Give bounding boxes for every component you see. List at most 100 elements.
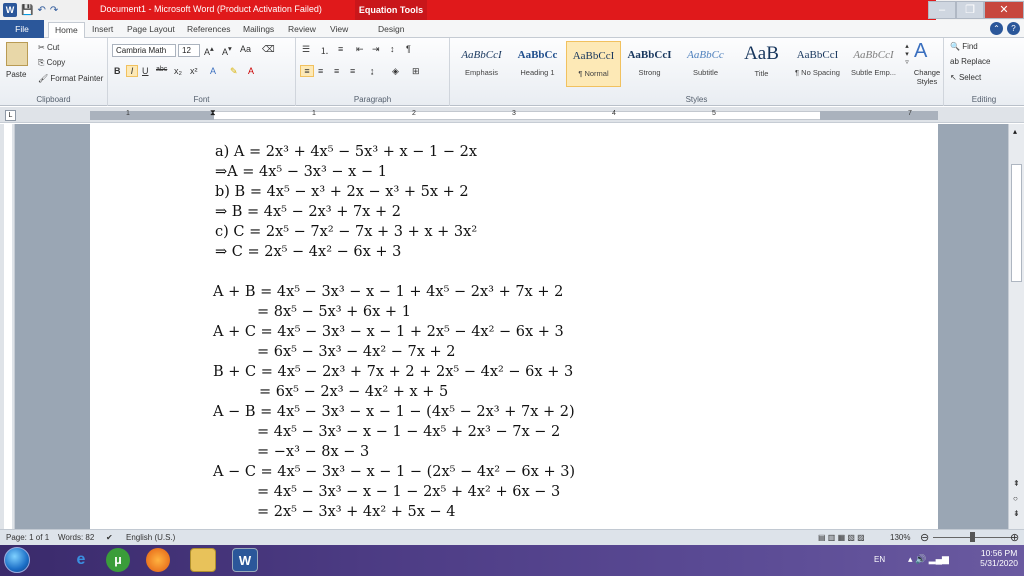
close-button[interactable]: ✕	[984, 1, 1024, 19]
copy-button[interactable]: ⎘ Copy	[38, 58, 65, 68]
vertical-scroll-thumb[interactable]	[1011, 164, 1022, 282]
prev-page-icon[interactable]: ⇞	[1013, 479, 1020, 488]
find-button[interactable]: 🔍 Find	[950, 42, 978, 51]
style-no-spacing[interactable]: AaBbCcI ¶ No Spacing	[790, 41, 845, 87]
utorrent-icon[interactable]: µ	[106, 548, 130, 572]
clock[interactable]: 10:56 PM 5/31/2020	[980, 548, 1018, 568]
styles-scroll-icon[interactable]: ▴ ▾ ▿	[903, 42, 911, 66]
decrease-indent-icon[interactable]: ⇤	[356, 44, 364, 55]
increase-indent-icon[interactable]: ⇥	[372, 44, 380, 55]
change-styles-icon[interactable]: A	[914, 40, 927, 63]
editing-label: Editing	[971, 95, 997, 104]
style-title[interactable]: AaB Title	[734, 41, 789, 87]
shading-icon[interactable]: ◈	[392, 66, 399, 77]
language-indicator[interactable]: English (U.S.)	[126, 533, 175, 542]
zoom-slider-thumb[interactable]	[970, 532, 975, 542]
font-name-box[interactable]: Cambria Math	[112, 44, 176, 57]
style-emphasis[interactable]: AaBbCcI Emphasis	[454, 41, 509, 87]
view-buttons-icon[interactable]: ▤ ▥ ▦ ▧ ▨	[818, 533, 865, 542]
tab-view[interactable]: View	[324, 22, 354, 38]
text-effects-icon[interactable]: A	[210, 66, 216, 76]
input-language[interactable]: EN	[874, 555, 885, 564]
style-normal[interactable]: AaBbCcI ¶ Normal	[566, 41, 621, 87]
justify-icon[interactable]: ≡	[350, 66, 355, 76]
vertical-ruler-strip[interactable]	[4, 124, 12, 529]
tab-references[interactable]: References	[181, 22, 236, 38]
grow-font-icon[interactable]: A▴	[204, 44, 214, 57]
superscript-icon[interactable]: x²	[190, 66, 198, 76]
change-styles-button[interactable]: Change Styles	[912, 68, 942, 86]
pilcrow-icon[interactable]: ¶	[406, 44, 411, 54]
format-painter-button[interactable]: 🖌 Format Painter	[38, 74, 103, 83]
save-icon[interactable]: 💾	[21, 5, 33, 16]
firefox-icon[interactable]	[146, 548, 170, 572]
page-count[interactable]: Page: 1 of 1	[6, 533, 49, 542]
tab-design[interactable]: Design	[372, 22, 410, 38]
help-icon[interactable]: ?	[1007, 22, 1020, 35]
browse-object-icon[interactable]: ○	[1013, 494, 1018, 503]
shrink-font-icon[interactable]: A▾	[222, 44, 232, 57]
document-page[interactable]: a) A = 2x³ + 4x⁵ − 5x³ + x − 1 − 2x ⇒A =…	[90, 124, 938, 529]
change-case-icon[interactable]: Aa	[240, 44, 251, 54]
word-count[interactable]: Words: 82	[58, 533, 94, 542]
zoom-out-icon[interactable]: ⊖	[920, 531, 929, 544]
start-button[interactable]	[4, 547, 30, 573]
select-button[interactable]: ↖ Select	[950, 73, 981, 82]
scroll-up-icon[interactable]: ▴	[1013, 127, 1017, 136]
numbering-icon[interactable]: ⒈	[320, 44, 329, 57]
strikethrough-icon[interactable]: abc	[156, 66, 167, 73]
undo-icon[interactable]: ↶	[37, 5, 45, 16]
line-spacing-icon[interactable]: ↨	[370, 66, 375, 76]
zoom-level[interactable]: 130%	[890, 533, 910, 542]
ruler-number: 1	[312, 110, 316, 117]
brush-icon: 🖌	[38, 74, 51, 83]
tab-insert[interactable]: Insert	[86, 22, 119, 38]
tab-selector[interactable]: L	[5, 110, 16, 121]
proofing-icon[interactable]: ✔	[106, 533, 113, 542]
subscript-icon[interactable]: x₂	[174, 66, 182, 76]
font-size-box[interactable]: 12	[178, 44, 200, 57]
style-subtitle[interactable]: AaBbCc Subtitle	[678, 41, 733, 87]
replace-button[interactable]: ab Replace	[950, 57, 990, 66]
restore-button[interactable]: ❐	[956, 1, 984, 19]
style-subtle-emphasis[interactable]: AaBbCcI Subtle Emp...	[846, 41, 901, 87]
tab-file[interactable]: File	[0, 20, 44, 38]
vertical-scrollbar[interactable]: ▴ ⇞ ○ ⇟	[1008, 124, 1024, 529]
align-center-icon[interactable]: ≡	[318, 66, 323, 76]
underline-icon[interactable]: U	[142, 66, 149, 76]
tab-mailings[interactable]: Mailings	[237, 22, 280, 38]
style-strong[interactable]: AaBbCcI Strong	[622, 41, 677, 87]
redo-icon[interactable]: ↷	[50, 5, 58, 16]
bullets-icon[interactable]: ☰	[302, 44, 310, 55]
ie-icon[interactable]: e	[68, 548, 94, 572]
paste-icon[interactable]	[6, 42, 28, 66]
next-page-icon[interactable]: ⇟	[1013, 509, 1020, 518]
style-heading-1[interactable]: AaBbCc Heading 1	[510, 41, 565, 87]
borders-icon[interactable]: ⊞	[412, 66, 420, 77]
zoom-in-icon[interactable]: ⊕	[1010, 531, 1019, 544]
highlight-icon[interactable]: ✎	[230, 66, 238, 77]
sort-icon[interactable]: ↕	[390, 44, 395, 54]
indent-marker-icon[interactable]: ⧗	[210, 108, 216, 118]
word-taskbar-icon[interactable]: W	[232, 548, 258, 572]
status-bar: Page: 1 of 1 Words: 82 ✔ English (U.S.) …	[0, 529, 1024, 545]
minimize-button[interactable]: –	[928, 1, 956, 19]
document-area: a) A = 2x³ + 4x⁵ − 5x³ + x − 1 − 2x ⇒A =…	[0, 124, 1024, 529]
clear-format-icon[interactable]: ⌫	[262, 44, 275, 55]
tab-page-layout[interactable]: Page Layout	[121, 22, 181, 38]
minimize-ribbon-icon[interactable]: ⌃	[990, 22, 1003, 35]
paste-button[interactable]: Paste	[6, 70, 26, 79]
word-app-icon[interactable]: W	[3, 3, 17, 17]
file-explorer-icon[interactable]	[190, 548, 216, 572]
italic-icon[interactable]: I	[126, 65, 138, 77]
math-line: b) B = 4x⁵ − x³ + 2x − x³ + 5x + 2	[215, 184, 469, 200]
tab-home[interactable]: Home	[48, 22, 85, 38]
font-color-icon[interactable]: A	[248, 66, 254, 76]
multilevel-list-icon[interactable]: ≡	[338, 44, 343, 54]
align-left-icon[interactable]: ≡	[300, 65, 314, 77]
cut-button[interactable]: ✂ Cut	[38, 43, 59, 52]
align-right-icon[interactable]: ≡	[334, 66, 339, 76]
tray-icons[interactable]: ▴ 🔊 ▂▄▆	[908, 554, 949, 565]
tab-review[interactable]: Review	[282, 22, 322, 38]
bold-icon[interactable]: B	[114, 66, 121, 76]
